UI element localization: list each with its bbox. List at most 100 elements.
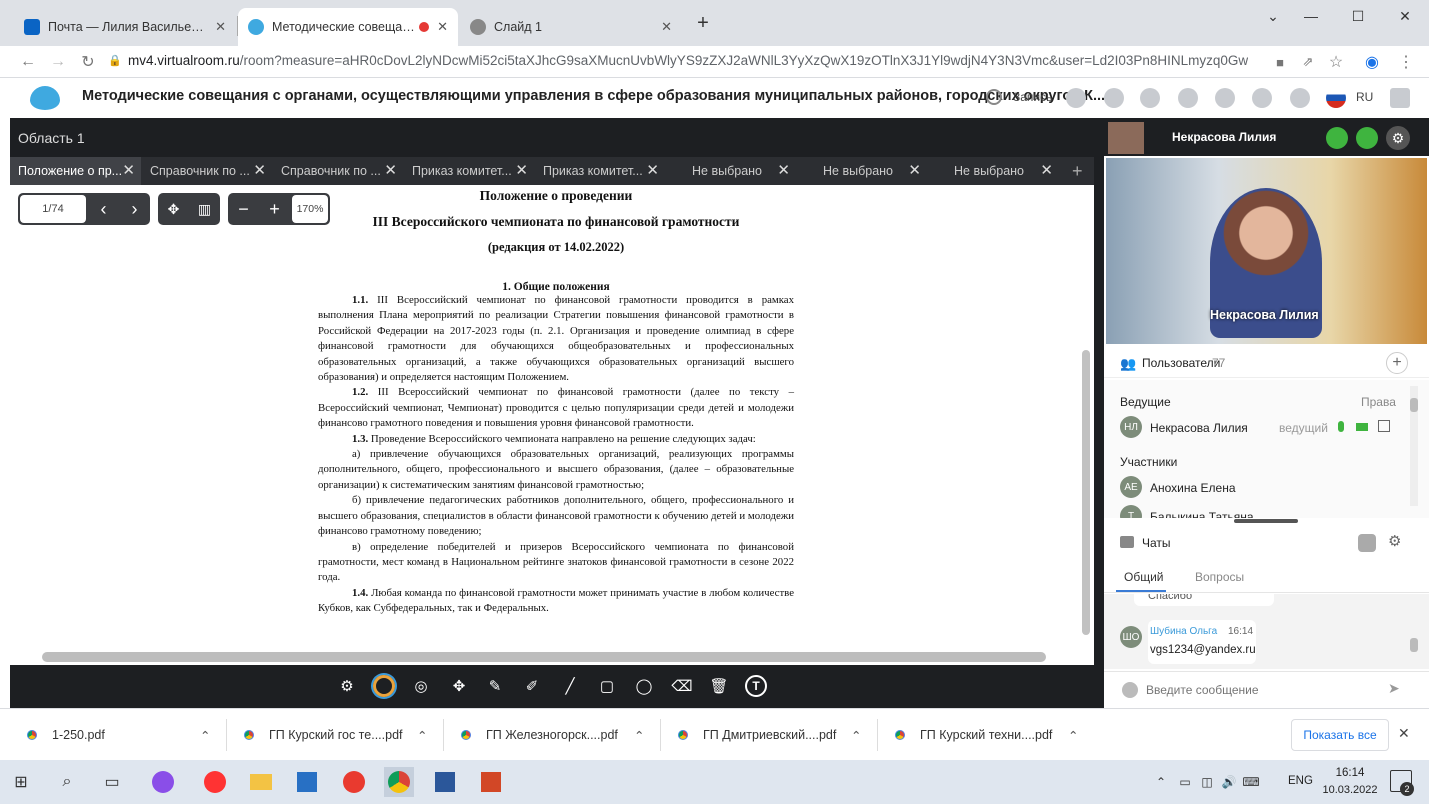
eraser-icon[interactable]: ⌫ — [671, 675, 693, 697]
settings-gear-icon[interactable]: ⚙ — [1386, 126, 1410, 150]
powerpoint-icon[interactable] — [476, 767, 506, 797]
reload-icon[interactable]: ↻ — [76, 50, 100, 74]
doc-tab-5[interactable]: Приказ комитет... ✕ — [535, 157, 665, 185]
download-item[interactable]: 1-250.pdf ⌃ — [24, 709, 224, 761]
participant-name[interactable]: Анохина Елена — [1150, 481, 1236, 495]
alice-icon[interactable] — [148, 767, 178, 797]
bookmark-star-icon[interactable]: ☆ — [1324, 50, 1348, 74]
participant-name[interactable]: Балыкина Татьяна — [1150, 510, 1254, 518]
ellipse-icon[interactable]: ◯ — [633, 675, 655, 697]
add-user-icon[interactable]: + — [1386, 352, 1408, 374]
camera-icon[interactable]: ■ — [1268, 50, 1292, 74]
download-item[interactable]: ГП Железногорск....pdf ⌃ — [458, 709, 658, 761]
yandex-browser-icon[interactable] — [339, 767, 369, 797]
folder-icon[interactable] — [1178, 88, 1198, 108]
line-icon[interactable]: ╱ — [559, 675, 581, 697]
forward-icon[interactable]: → — [46, 50, 70, 74]
close-icon[interactable]: ✕ — [777, 161, 790, 179]
minimize-button[interactable]: — — [1288, 4, 1334, 28]
tab-general[interactable]: Общий — [1124, 570, 1164, 584]
chevron-up-icon[interactable]: ⌃ — [200, 728, 210, 743]
close-icon[interactable]: ✕ — [384, 161, 397, 179]
message-author[interactable]: Шубина Ольга — [1150, 626, 1217, 637]
language-label[interactable]: RU — [1356, 90, 1373, 104]
move-icon[interactable]: ✥ — [158, 193, 189, 225]
host-name[interactable]: Некрасова Лилия — [1150, 421, 1248, 435]
panel-splitter[interactable] — [1094, 118, 1104, 708]
browser-tab-slide[interactable]: Слайд 1 ✕ — [460, 8, 682, 46]
search-icon[interactable]: ⌕ — [52, 767, 82, 797]
page-number-field[interactable]: 1/74 — [20, 195, 86, 223]
chat-scrollbar[interactable] — [1410, 598, 1418, 662]
doc-tab-6[interactable]: Не выбрано ✕ — [666, 157, 796, 185]
show-all-downloads-button[interactable]: Показать все — [1291, 719, 1389, 751]
next-page-icon[interactable]: › — [119, 193, 150, 225]
camera-icon[interactable] — [1356, 423, 1368, 431]
microphone-icon[interactable] — [1326, 127, 1348, 149]
browser-tab-mail[interactable]: Почта — Лилия Васильевна Не ✕ — [14, 8, 236, 46]
trash-icon[interactable]: 🗑 — [708, 675, 730, 697]
text-tool-icon[interactable]: T — [745, 675, 767, 697]
chat-message-input[interactable] — [1146, 678, 1376, 702]
close-tab-icon[interactable]: ✕ — [215, 19, 226, 35]
color-picker-icon[interactable] — [373, 675, 395, 697]
keyboard-icon[interactable]: ⌨ — [1236, 767, 1266, 797]
chevron-up-icon[interactable]: ⌃ — [851, 728, 861, 743]
menu-icon[interactable]: ⋮ — [1394, 50, 1418, 74]
zoom-out-icon[interactable]: − — [228, 193, 259, 225]
close-tab-icon[interactable]: ✕ — [437, 19, 448, 35]
word-icon[interactable] — [430, 767, 460, 797]
file-explorer-icon[interactable] — [246, 767, 276, 797]
download-item[interactable]: ГП Курский гос те....pdf ⌃ — [241, 709, 441, 761]
pointer-icon[interactable]: ◎ — [410, 675, 432, 697]
settings-gear-icon[interactable]: ⚙ — [1388, 532, 1401, 550]
taskbar-date[interactable]: 10.03.2022 — [1318, 784, 1382, 796]
task-view-icon[interactable]: ▭ — [97, 767, 127, 797]
tab-questions[interactable]: Вопросы — [1195, 570, 1244, 584]
doc-tab-3[interactable]: Справочник по ... ✕ — [273, 157, 403, 185]
move-icon[interactable]: ✥ — [448, 675, 470, 697]
maximize-button[interactable]: ☐ — [1335, 4, 1381, 28]
chevron-up-icon[interactable]: ⌃ — [634, 728, 644, 743]
record-label[interactable]: Запись — [1013, 90, 1052, 104]
users-scrollbar[interactable] — [1410, 386, 1418, 506]
close-icon[interactable]: ✕ — [908, 161, 921, 179]
close-icon[interactable]: ✕ — [515, 161, 528, 179]
chat-export-icon[interactable] — [1358, 534, 1376, 552]
rectangle-icon[interactable]: ▢ — [596, 675, 618, 697]
close-tab-icon[interactable]: ✕ — [661, 19, 672, 35]
close-icon[interactable]: ✕ — [646, 161, 659, 179]
new-tab-button[interactable]: + — [690, 12, 716, 38]
doc-tab-7[interactable]: Не выбрано ✕ — [797, 157, 927, 185]
screen-share-icon[interactable] — [1104, 88, 1124, 108]
fit-page-icon[interactable]: ▥ — [189, 193, 220, 225]
doc-tab-8[interactable]: Не выбрано ✕ — [928, 157, 1059, 185]
back-icon[interactable]: ← — [16, 50, 40, 74]
video-thumbnail[interactable] — [1108, 122, 1144, 154]
close-icon[interactable]: ✕ — [1040, 161, 1053, 179]
horizontal-scrollbar[interactable] — [42, 652, 1046, 662]
exit-icon[interactable] — [1390, 88, 1410, 108]
document-icon[interactable] — [1140, 88, 1160, 108]
close-icon[interactable]: ✕ — [253, 161, 266, 179]
extension-icon[interactable]: ◉ — [1360, 50, 1384, 74]
windows-start-icon[interactable]: ⊞ — [6, 767, 36, 797]
input-language[interactable]: ENG — [1288, 775, 1313, 787]
screen-share-icon[interactable] — [1378, 420, 1390, 432]
resize-handle[interactable] — [1234, 519, 1298, 523]
record-icon[interactable] — [986, 89, 1002, 105]
send-icon[interactable]: ➤ — [1388, 680, 1400, 697]
doc-tab-2[interactable]: Справочник по ... ✕ — [142, 157, 272, 185]
brush-icon[interactable]: ✎ — [484, 675, 506, 697]
chevron-up-icon[interactable]: ⌃ — [417, 728, 427, 743]
microphone-icon[interactable] — [1338, 421, 1344, 432]
download-item[interactable]: ГП Курский техни....pdf ⌃ — [892, 709, 1092, 761]
close-window-button[interactable]: ✕ — [1382, 4, 1428, 28]
doc-tab-1[interactable]: Положение о пр... ✕ — [10, 157, 141, 185]
vertical-scrollbar[interactable] — [1082, 350, 1090, 635]
camera-icon[interactable] — [1356, 127, 1378, 149]
yandex-icon[interactable] — [200, 767, 230, 797]
chevron-up-icon[interactable]: ⌃ — [1068, 728, 1078, 743]
settings-gear-icon[interactable]: ⚙ — [336, 675, 358, 697]
settings-app-icon[interactable] — [292, 767, 322, 797]
